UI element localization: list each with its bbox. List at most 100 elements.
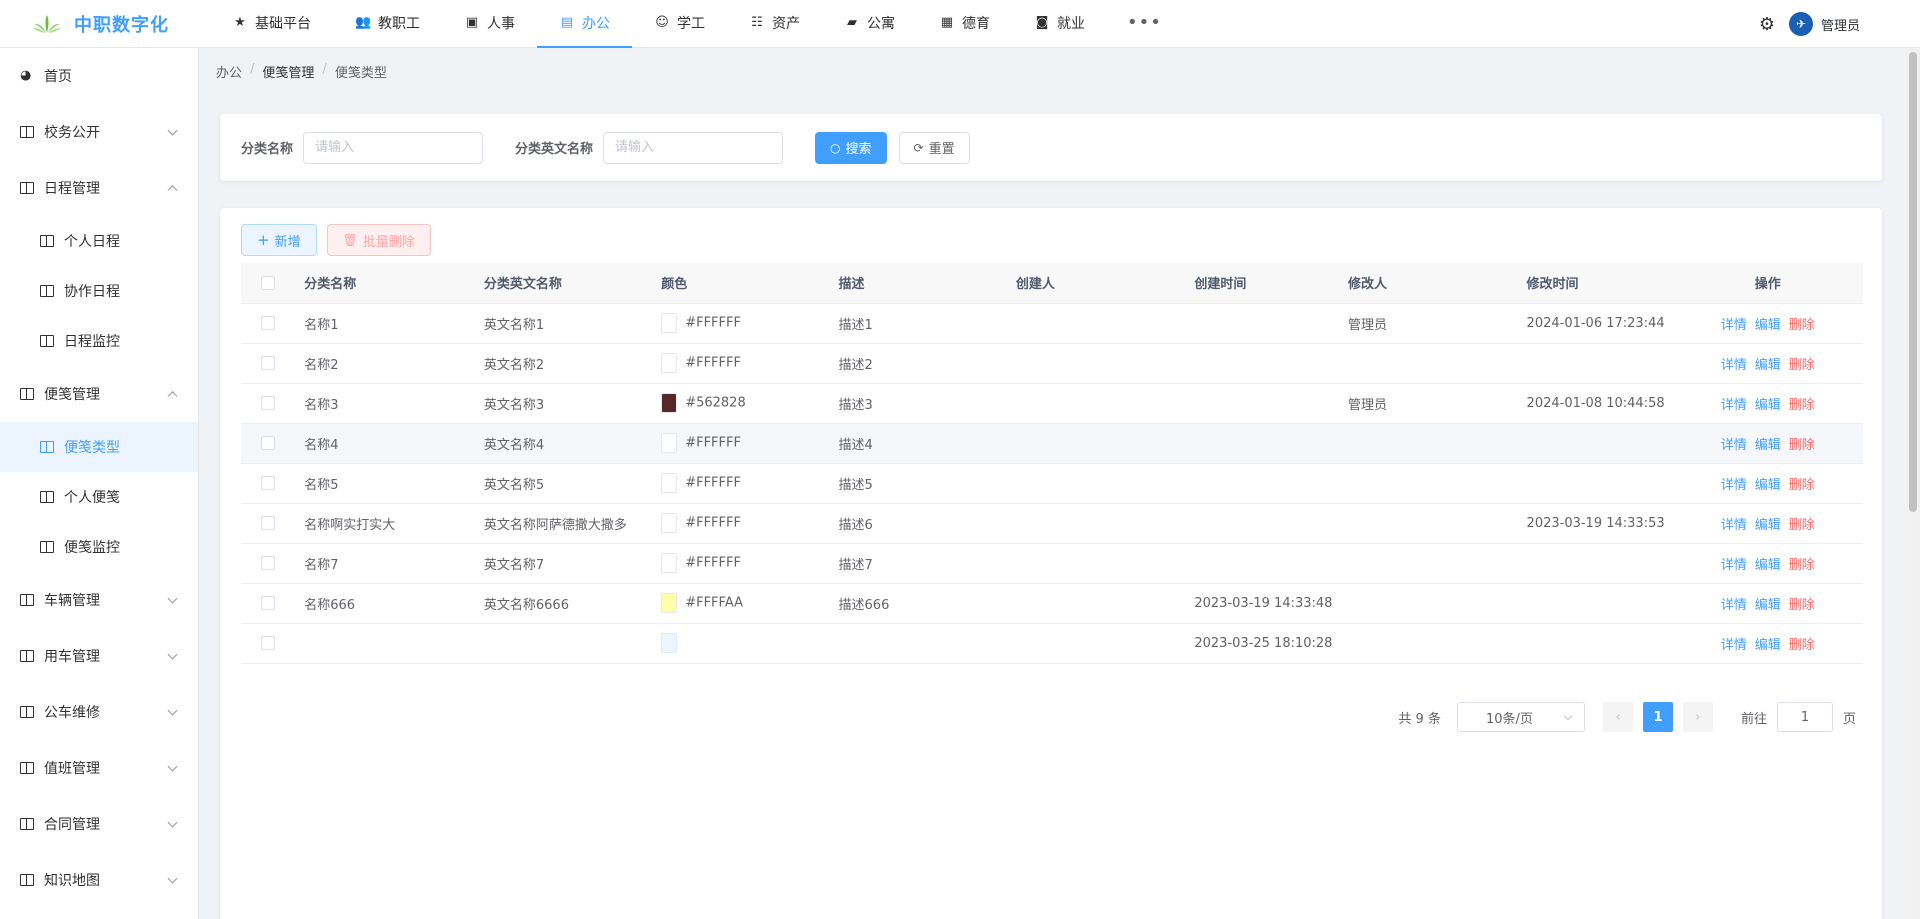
sidebar-group-6[interactable]: 值班管理 [0,740,198,796]
detail-link[interactable]: 详情 [1721,598,1747,613]
delete-link[interactable]: 删除 [1789,518,1815,533]
cell-creator [1005,303,1185,344]
detail-link[interactable]: 详情 [1721,478,1747,493]
logo[interactable]: 中职数字化 [0,0,200,48]
sidebar-group-8[interactable]: 知识地图 [0,852,198,908]
edit-link[interactable]: 编辑 [1755,638,1781,653]
detail-link[interactable]: 详情 [1721,638,1747,653]
cell-creator [1005,423,1185,464]
sidebar-item-home[interactable]: ◕ 首页 [0,48,198,104]
sidebar-subitem-1-1[interactable]: 协作日程 [0,266,198,316]
goto-page-input[interactable] [1776,702,1833,732]
row-checkbox[interactable] [260,396,275,410]
sidebar-subitem-2-0[interactable]: 便笺类型 [0,422,198,472]
sidebar-subitem-1-0[interactable]: 个人日程 [0,216,198,266]
page-scrollbar[interactable] [1906,48,1920,919]
detail-link[interactable]: 详情 [1721,518,1747,533]
top-nav-item-0[interactable]: ★ 基础平台 [210,0,333,48]
prev-page-button[interactable]: ‹ [1602,702,1633,732]
edit-link[interactable]: 编辑 [1755,358,1781,373]
breadcrumb-item-memo-manage[interactable]: 便笺管理 [262,62,314,81]
scrollbar-thumb[interactable] [1909,52,1917,512]
delete-link[interactable]: 删除 [1789,318,1815,333]
sidebar-subitem-1-2[interactable]: 日程监控 [0,316,198,366]
detail-link[interactable]: 详情 [1721,318,1747,333]
sidebar-group-0[interactable]: 校务公开 [0,104,198,160]
avatar[interactable]: ✈ [1788,12,1813,36]
edit-link[interactable]: 编辑 [1755,518,1781,533]
delete-link[interactable]: 删除 [1789,478,1815,493]
sidebar-group-3[interactable]: 车辆管理 [0,572,198,628]
delete-link[interactable]: 删除 [1789,558,1815,573]
row-checkbox[interactable] [260,436,275,450]
top-nav-item-1[interactable]: 👥 教职工 [333,0,442,48]
main-content: 办公 / 便笺管理 / 便笺类型 分类名称 分类英文名称 ○ 搜索 ⟳ 重置 +… [200,48,1920,919]
sidebar-subitem-2-2[interactable]: 便笺监控 [0,522,198,572]
edit-link[interactable]: 编辑 [1755,438,1781,453]
batch-delete-button[interactable]: 🗑 批量删除 [326,224,431,256]
table-row[interactable]: 名称4 英文名称4 #FFFFFF 描述4 详情 编辑 删除 [241,423,1863,464]
sidebar-group-7[interactable]: 合同管理 [0,796,198,852]
table-row[interactable]: 名称5 英文名称5 #FFFFFF 描述5 详情 编辑 删除 [241,463,1863,504]
user-name[interactable]: 管理员 [1821,15,1860,34]
row-checkbox[interactable] [260,316,275,330]
edit-link[interactable]: 编辑 [1755,318,1781,333]
row-checkbox[interactable] [260,516,275,530]
table-row[interactable]: 名称7 英文名称7 #FFFFFF 描述7 详情 编辑 删除 [241,543,1863,584]
sidebar-group-1[interactable]: 日程管理 [0,160,198,216]
delete-link[interactable]: 删除 [1789,358,1815,373]
gear-icon[interactable]: ⚙ [1759,14,1775,35]
category-name-input[interactable] [303,131,484,164]
color-swatch [661,393,678,413]
delete-link[interactable]: 删除 [1789,638,1815,653]
delete-link[interactable]: 删除 [1789,438,1815,453]
more-menu-button[interactable]: ••• [1107,0,1182,48]
sidebar-group-5[interactable]: 公车维修 [0,684,198,740]
cell-modified: 2024-01-06 17:23:44 [1516,303,1673,344]
detail-link[interactable]: 详情 [1721,438,1747,453]
reset-button[interactable]: ⟳ 重置 [898,131,970,164]
table-row[interactable]: 名称啊实打实大 英文名称阿萨德撒大撒多 #FFFFFF 描述6 2023-03-19 1… [241,503,1863,544]
table-row[interactable]: 名称3 英文名称3 #562828 描述3 管理员 2024-01-08 10:44:58… [241,383,1863,424]
top-nav-item-3[interactable]: ▤ 办公 [537,0,632,48]
add-button[interactable]: + 新增 [241,224,317,256]
detail-link[interactable]: 详情 [1721,398,1747,413]
sidebar-item-label: 便笺监控 [64,540,120,556]
select-all-checkbox[interactable] [260,275,275,290]
edit-link[interactable]: 编辑 [1755,598,1781,613]
row-checkbox[interactable] [260,476,275,490]
row-checkbox[interactable] [260,556,275,570]
breadcrumb-item-office[interactable]: 办公 [216,62,242,81]
top-nav-item-8[interactable]: ◙ 就业 [1012,0,1107,48]
category-en-name-input[interactable] [603,131,784,164]
delete-link[interactable]: 删除 [1789,398,1815,413]
table-row[interactable]: 2023-03-25 18:10:28 详情 编辑 删除 [241,623,1863,664]
page-size-select[interactable]: 10条/页 [1456,702,1585,732]
top-navbar: 中职数字化 ★ 基础平台 👥 教职工 ▣ 人事 ▤ 办公 ☺ 学工 ☷ 资产 ▰ 公寓 ▦ 德育 ◙ 就业 •••… [0,0,1920,48]
edit-link[interactable]: 编辑 [1755,398,1781,413]
row-checkbox[interactable] [260,636,275,650]
detail-link[interactable]: 详情 [1721,558,1747,573]
top-nav-item-5[interactable]: ☷ 资产 [727,0,822,48]
edit-link[interactable]: 编辑 [1755,478,1781,493]
table-row[interactable]: 名称666 英文名称6666 #FFFFAA 描述666 2023-03-19 14:3… [241,583,1863,624]
table-row[interactable]: 名称2 英文名称2 #FFFFFF 描述2 详情 编辑 删除 [241,343,1863,384]
detail-link[interactable]: 详情 [1721,358,1747,373]
sidebar-group-4[interactable]: 用车管理 [0,628,198,684]
table-row[interactable]: 名称1 英文名称1 #FFFFFF 描述1 管理员 2024-01-06 17:23:44… [241,303,1863,344]
top-nav-item-4[interactable]: ☺ 学工 [632,0,727,48]
edit-link[interactable]: 编辑 [1755,558,1781,573]
sidebar-group-2[interactable]: 便笺管理 [0,366,198,422]
page-number-button[interactable]: 1 [1642,702,1673,732]
top-nav-item-2[interactable]: ▣ 人事 [442,0,537,48]
color-cell: #FFFFFF [651,303,829,344]
search-button[interactable]: ○ 搜索 [815,131,887,164]
top-nav-item-7[interactable]: ▦ 德育 [917,0,1012,48]
cell-name: 名称3 [294,383,474,424]
delete-link[interactable]: 删除 [1789,598,1815,613]
next-page-button[interactable]: › [1682,702,1713,732]
row-checkbox[interactable] [260,356,275,370]
top-nav-item-6[interactable]: ▰ 公寓 [822,0,917,48]
row-checkbox[interactable] [260,596,275,610]
sidebar-subitem-2-1[interactable]: 个人便笺 [0,472,198,522]
